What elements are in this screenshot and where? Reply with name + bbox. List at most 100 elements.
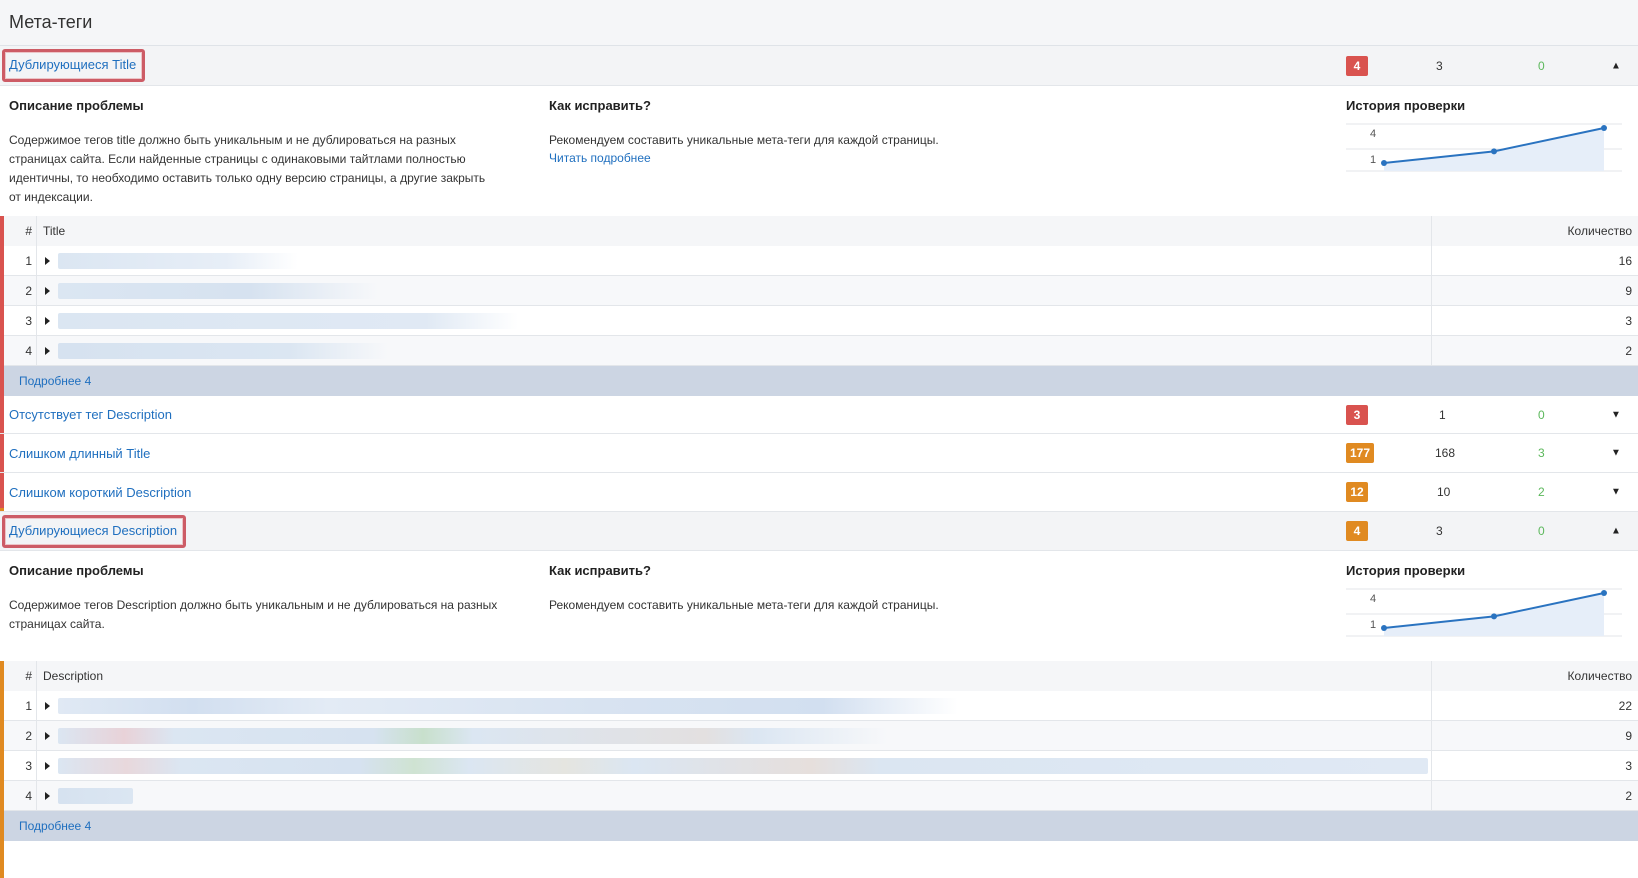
row-num: 2: [4, 721, 37, 751]
row-qty: 16: [1432, 246, 1638, 276]
read-more-link[interactable]: Читать подробнее: [549, 151, 651, 165]
expand-row-icon[interactable]: [45, 257, 50, 265]
duplicates-table: # Description Количество 1 22 2 9 3 3: [4, 661, 1638, 811]
description-line: от индексации.: [9, 188, 489, 207]
expand-chevron-icon[interactable]: ▼: [1611, 409, 1621, 420]
pages-count: 3: [1436, 524, 1443, 538]
fixed-count: 0: [1538, 408, 1545, 422]
collapse-chevron-icon[interactable]: ▲: [1611, 60, 1621, 71]
expand-row-icon[interactable]: [45, 287, 50, 295]
issue-title-link[interactable]: Отсутствует тег Description: [9, 407, 172, 422]
expand-chevron-icon[interactable]: ▼: [1611, 487, 1621, 498]
col-header-description: Description: [37, 661, 1432, 691]
redacted-text: [58, 788, 133, 804]
issue-title-link[interactable]: Слишком длинный Title: [9, 446, 150, 461]
chart-label-low: 1: [1370, 619, 1376, 631]
issue-details: Описание проблемы Содержимое тегов Descr…: [0, 551, 1638, 661]
pages-count: 10: [1437, 485, 1450, 499]
table-row[interactable]: 1 16: [4, 246, 1638, 276]
table-row[interactable]: 2 9: [4, 276, 1638, 306]
table-row[interactable]: 4 2: [4, 781, 1638, 811]
errors-badge: 4: [1346, 56, 1368, 76]
expand-row-icon[interactable]: [45, 317, 50, 325]
row-qty: 3: [1432, 751, 1638, 781]
row-num: 4: [4, 336, 37, 366]
description-line: страницах сайта. Если найденные страницы…: [9, 150, 489, 169]
chart-label-low: 1: [1370, 154, 1376, 166]
table-row[interactable]: 1 22: [4, 691, 1638, 721]
description-line: страницах сайта.: [9, 615, 499, 634]
expand-row-icon[interactable]: [45, 347, 50, 355]
issue-row-missing-description[interactable]: Отсутствует тег Description 3 1 0 ▼: [0, 396, 1638, 434]
history-point: [1381, 160, 1387, 166]
issue-details: Описание проблемы Содержимое тегов title…: [0, 86, 1638, 216]
redacted-text: [58, 698, 958, 714]
history-point: [1491, 613, 1497, 619]
history-chart-svg: 4 1: [1346, 122, 1622, 182]
more-link[interactable]: Подробнее 4: [4, 366, 1638, 396]
fixed-count: 3: [1538, 446, 1545, 460]
description-heading: Описание проблемы: [9, 563, 499, 578]
description-line: Содержимое тегов title должно быть уника…: [9, 131, 489, 150]
col-header-qty: Количество: [1432, 216, 1638, 246]
expand-row-icon[interactable]: [45, 792, 50, 800]
fixed-count: 0: [1538, 59, 1545, 73]
table-row[interactable]: 2 9: [4, 721, 1638, 751]
row-qty: 2: [1432, 336, 1638, 366]
pages-count: 3: [1436, 59, 1443, 73]
page-title: Мета-теги: [9, 12, 92, 33]
table-row[interactable]: 3 3: [4, 751, 1638, 781]
col-header-title: Title: [37, 216, 1432, 246]
row-num: 1: [4, 246, 37, 276]
col-header-num: #: [4, 216, 37, 246]
description-heading: Описание проблемы: [9, 98, 489, 113]
expand-row-icon[interactable]: [45, 732, 50, 740]
fixed-count: 2: [1538, 485, 1545, 499]
issue-title-link[interactable]: Дублирующиеся Description: [2, 515, 186, 548]
expand-chevron-icon[interactable]: ▼: [1611, 448, 1621, 459]
row-num: 4: [4, 781, 37, 811]
issue-row-duplicate-description[interactable]: Дублирующиеся Description 4 3 0 ▲: [0, 512, 1638, 551]
row-num: 1: [4, 691, 37, 721]
history-chart: 4 1: [1346, 587, 1622, 647]
redacted-text: [58, 313, 518, 329]
pages-count: 1: [1439, 408, 1446, 422]
row-qty: 2: [1432, 781, 1638, 811]
redacted-text: [58, 343, 388, 359]
warnings-badge: 4: [1346, 521, 1368, 541]
duplicates-table: # Title Количество 1 16 2 9 3 3 4: [4, 216, 1638, 366]
issue-title-link[interactable]: Слишком короткий Description: [9, 485, 191, 500]
more-link[interactable]: Подробнее 4: [4, 811, 1638, 841]
fix-text: Рекомендуем составить уникальные мета-те…: [549, 131, 1049, 150]
table-row[interactable]: 4 2: [4, 336, 1638, 366]
redacted-text: [58, 253, 298, 269]
pages-count: 168: [1435, 446, 1455, 460]
chart-label-high: 4: [1370, 128, 1376, 140]
description-line: идентичны, то необходимо оставить только…: [9, 169, 489, 188]
row-qty: 9: [1432, 276, 1638, 306]
col-header-qty: Количество: [1432, 661, 1638, 691]
fix-text: Рекомендуем составить уникальные мета-те…: [549, 596, 1049, 615]
issue-row-duplicate-title[interactable]: Дублирующиеся Title 4 3 0 ▲: [0, 46, 1638, 86]
fixed-count: 0: [1538, 524, 1545, 538]
row-qty: 9: [1432, 721, 1638, 751]
history-chart: 4 1: [1346, 122, 1622, 182]
row-qty: 3: [1432, 306, 1638, 336]
issue-title-link[interactable]: Дублирующиеся Title: [2, 49, 145, 82]
issue-row-long-title[interactable]: Слишком длинный Title 177 168 3 ▼: [0, 434, 1638, 473]
expand-row-icon[interactable]: [45, 702, 50, 710]
description-line: Содержимое тегов Description должно быть…: [9, 596, 499, 615]
row-qty: 22: [1432, 691, 1638, 721]
row-num: 3: [4, 751, 37, 781]
history-point: [1491, 148, 1497, 154]
history-heading: История проверки: [1346, 563, 1626, 578]
redacted-text: [58, 758, 1428, 774]
table-row[interactable]: 3 3: [4, 306, 1638, 336]
history-point: [1381, 625, 1387, 631]
page-header: Мета-теги: [0, 0, 1638, 46]
expand-row-icon[interactable]: [45, 762, 50, 770]
issue-row-short-description[interactable]: Слишком короткий Description 12 10 2 ▼: [0, 473, 1638, 512]
history-heading: История проверки: [1346, 98, 1626, 113]
row-num: 3: [4, 306, 37, 336]
collapse-chevron-icon[interactable]: ▲: [1611, 526, 1621, 537]
